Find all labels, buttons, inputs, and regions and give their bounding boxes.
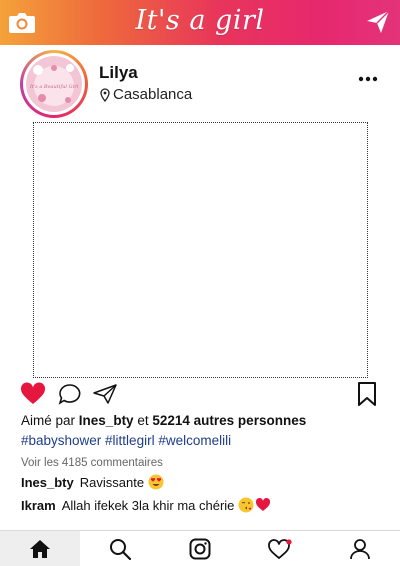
likes-summary: Aimé par Ines_bty et 52214 autres person… — [21, 413, 306, 428]
search-icon — [110, 539, 131, 560]
comment-icon[interactable] — [58, 383, 82, 405]
likes-prefix: Aimé par — [21, 413, 76, 428]
likes-user[interactable]: Ines_bty — [79, 413, 134, 428]
instagram-icon — [189, 538, 211, 560]
post-actions — [0, 380, 400, 410]
tab-home[interactable] — [0, 531, 80, 566]
comment-user[interactable]: Ikram — [21, 498, 56, 513]
share-icon[interactable] — [93, 384, 117, 404]
location-pin-icon — [100, 87, 110, 102]
photo-placeholder — [33, 122, 368, 378]
view-comments-link[interactable]: Voir les 4185 commentaires — [21, 457, 163, 469]
notification-dot — [286, 539, 292, 545]
avatar-caption: It's a Beautiful Girl — [29, 84, 79, 90]
likes-conjunction: et — [137, 413, 149, 428]
home-icon — [30, 540, 50, 558]
bottom-nav — [0, 530, 400, 566]
avatar[interactable]: It's a Beautiful Girl — [20, 50, 88, 118]
profile-icon — [350, 539, 370, 560]
comment-text: Ravissante — [79, 474, 145, 490]
paper-plane-icon[interactable] — [365, 9, 391, 35]
tab-search[interactable] — [80, 531, 160, 566]
avatar-image: It's a Beautiful Girl — [26, 56, 82, 112]
comment-text: Allah ifekek 3la khir ma chérie — [61, 497, 235, 513]
likes-others[interactable]: 52214 autres personnes — [152, 413, 306, 428]
comment-row: Ikram Allah ifekek 3la khir ma chérie — [21, 497, 271, 513]
post-header: It's a Beautiful Girl Lilya Casablanca — [0, 45, 400, 120]
more-options-icon[interactable] — [358, 75, 378, 83]
bookmark-icon[interactable] — [357, 382, 377, 406]
comment-row: Ines_bty Ravissante — [21, 474, 164, 490]
location[interactable]: Casablanca — [100, 86, 192, 103]
kiss-emoji — [238, 497, 254, 513]
location-label: Casablanca — [113, 86, 193, 103]
red-heart-emoji — [256, 497, 271, 511]
hashtags[interactable]: #babyshower #littlegirl #welcomelili — [21, 433, 231, 448]
top-bar: It's a girl — [0, 0, 400, 45]
username[interactable]: Lilya — [99, 63, 138, 83]
tab-profile[interactable] — [320, 531, 400, 566]
tab-instagram[interactable] — [160, 531, 240, 566]
tab-activity[interactable] — [240, 531, 320, 566]
comment-user[interactable]: Ines_bty — [21, 475, 74, 490]
heart-icon[interactable] — [20, 382, 46, 406]
heart-eyes-emoji — [148, 474, 164, 490]
heart-icon — [268, 539, 292, 560]
app-title: It's a girl — [135, 5, 265, 36]
